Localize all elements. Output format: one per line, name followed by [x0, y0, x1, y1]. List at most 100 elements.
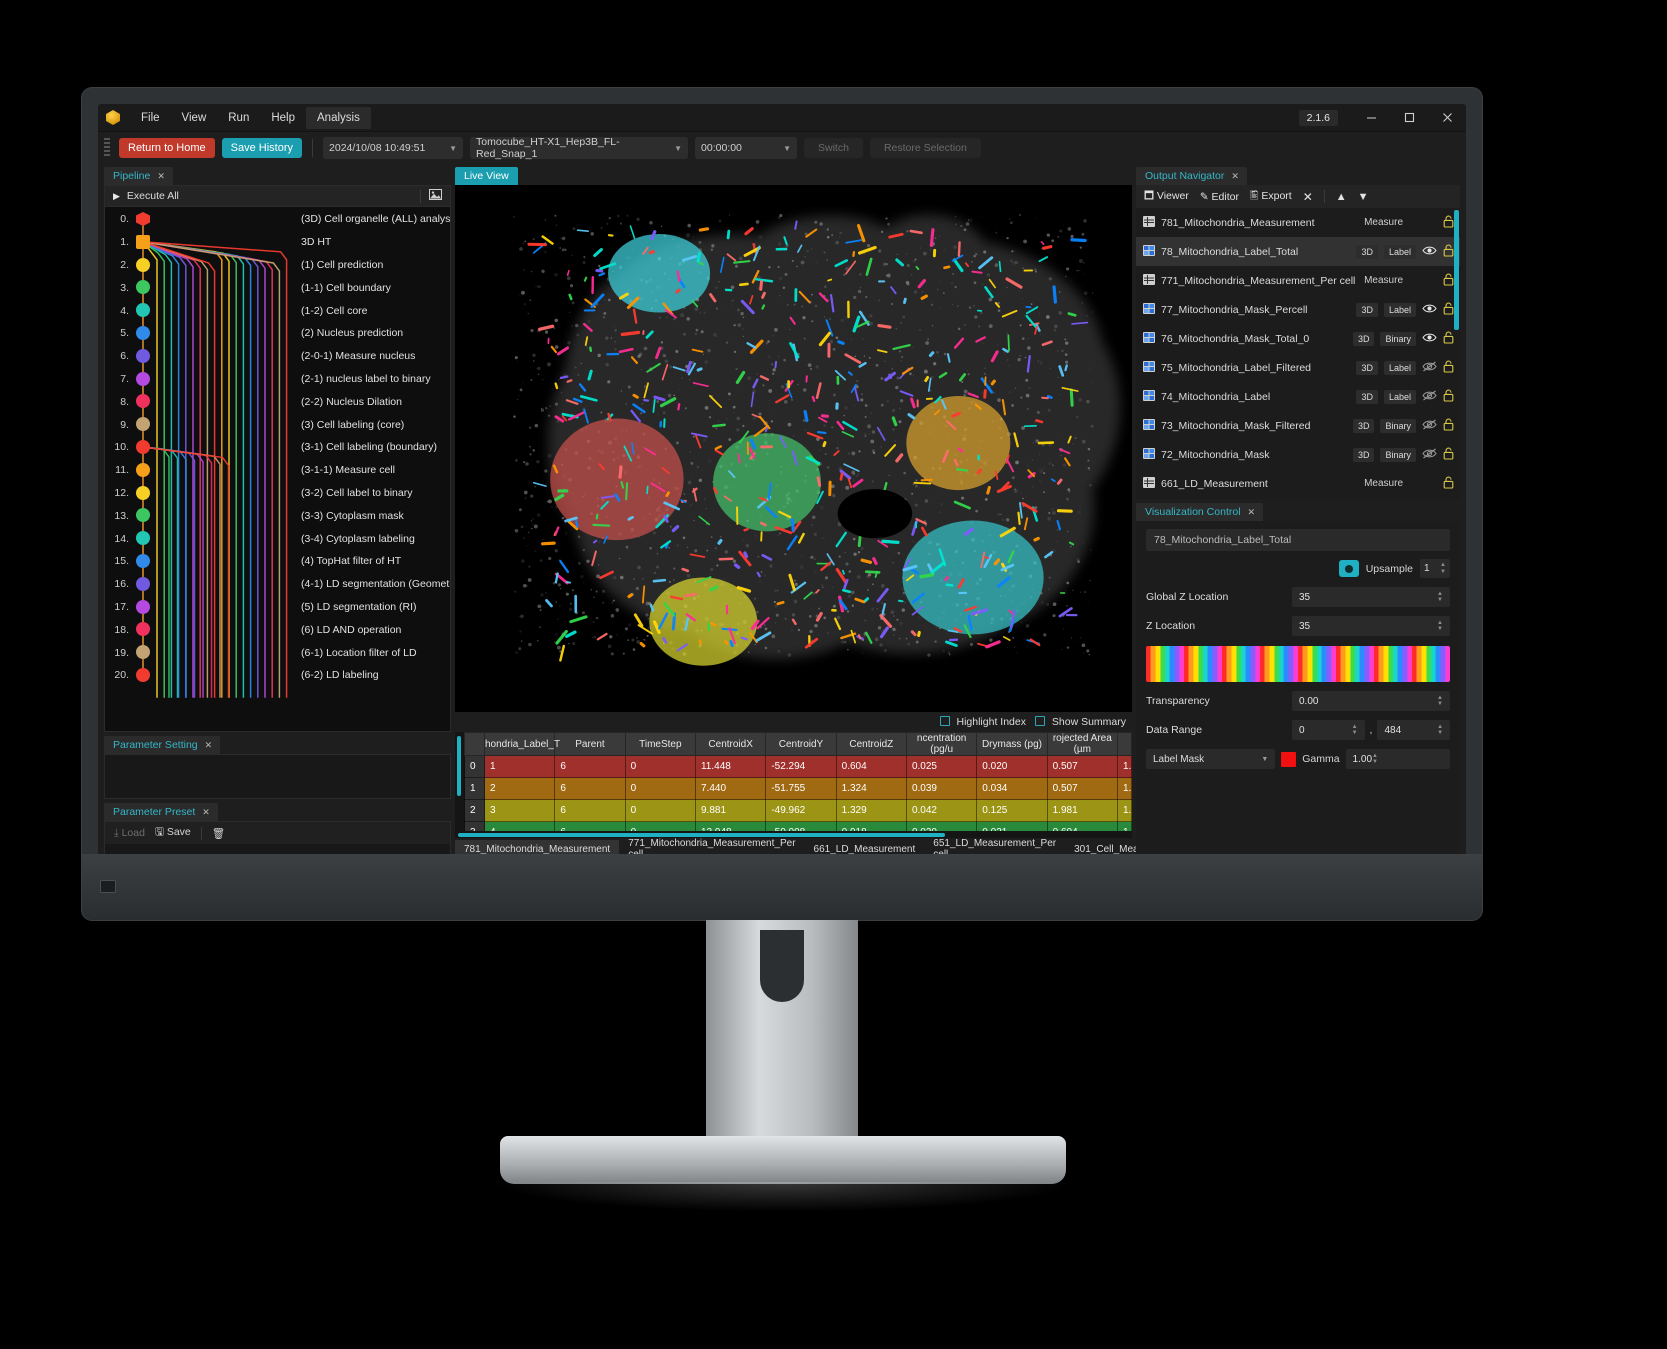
pipeline-step[interactable]: 0. (3D) Cell organelle (ALL) analysis	[105, 208, 450, 231]
stepper-arrows[interactable]: ▲ ▼	[1437, 591, 1443, 603]
table-column-header[interactable]: rojected Area (µm	[1046, 732, 1119, 756]
table-cell[interactable]: 0.034	[976, 777, 1048, 800]
pipeline-step-node[interactable]	[136, 303, 150, 318]
menu-bar[interactable]: File View Run Help Analysis	[130, 106, 371, 129]
table-cell[interactable]: 0.604	[835, 755, 907, 778]
data-range-max-input[interactable]: 484 ▲ ▼	[1377, 720, 1451, 740]
table-cell[interactable]: 0	[624, 799, 696, 822]
tab-output-navigator[interactable]: Output Navigator ✕	[1136, 167, 1247, 185]
pipeline-step-node[interactable]	[136, 668, 150, 682]
restore-selection-button[interactable]: Restore Selection	[869, 138, 981, 158]
pipeline-step-node[interactable]	[136, 576, 150, 591]
menu-item-view[interactable]: View	[171, 107, 218, 129]
table-cell[interactable]: 0.042	[905, 799, 978, 822]
tab-pipeline[interactable]: Pipeline ✕	[104, 167, 173, 185]
colormap-dropdown[interactable]: Label Mask ▼	[1146, 749, 1276, 769]
pipeline-step[interactable]: 18. (6) LD AND operation	[105, 618, 450, 641]
table-cell[interactable]: 0	[624, 821, 696, 831]
stepper-arrows[interactable]: ▲ ▼	[1352, 724, 1358, 736]
pipeline-step-node[interactable]	[136, 440, 150, 454]
eye-hidden-icon[interactable]	[1422, 448, 1437, 462]
triangle-down-icon[interactable]: ▼	[1358, 191, 1369, 203]
table-column-header[interactable]: Parent	[554, 732, 626, 756]
transparency-input[interactable]: 0.00 ▲ ▼	[1292, 691, 1450, 711]
table-cell[interactable]: 1	[483, 755, 556, 778]
table-cell[interactable]: 0	[624, 755, 696, 778]
table-cell[interactable]: 0.025	[905, 755, 978, 778]
table-cell[interactable]: 6	[554, 777, 626, 800]
table-cell[interactable]: 1.324	[835, 777, 907, 800]
table-cell[interactable]: 6	[554, 755, 626, 778]
output-navigator-row[interactable]: 72_Mitochondria_Mask 3D Binary	[1136, 440, 1460, 469]
lock-icon[interactable]	[1443, 389, 1454, 405]
table-cell[interactable]: 1.	[1117, 755, 1132, 778]
table-cell[interactable]: 1.	[1117, 821, 1132, 831]
eye-hidden-icon[interactable]	[1422, 361, 1437, 375]
lock-icon[interactable]	[1443, 302, 1454, 318]
eye-visible-icon[interactable]	[1422, 332, 1437, 346]
table-column-header[interactable]: CentroidX	[694, 732, 767, 756]
output-navigator-row[interactable]: 771_Mitochondria_Measurement_Per cell Mea…	[1136, 266, 1460, 295]
output-navigator-row[interactable]: 73_Mitochondria_Mask_Filtered 3D Binary	[1136, 411, 1460, 440]
pipeline-step[interactable]: 6. (2-0-1) Measure nucleus	[105, 345, 450, 368]
close-icon[interactable]: ✕	[202, 807, 210, 818]
table-cell[interactable]: 9.881	[694, 799, 767, 822]
tab-live-view[interactable]: Live View	[455, 167, 518, 185]
table-cell[interactable]: -52.294	[765, 755, 837, 778]
table-row[interactable]: 346012.948-50.0080.9180.0300.0210.6041.	[464, 821, 1132, 831]
table-cell[interactable]: 3	[483, 799, 556, 822]
pipeline-step-node[interactable]	[136, 371, 150, 386]
table-cell[interactable]: 1.	[1117, 799, 1132, 822]
output-navigator-row[interactable]: 74_Mitochondria_Label 3D Label	[1136, 382, 1460, 411]
table-column-header[interactable]: TimeStep	[624, 732, 696, 756]
lock-icon[interactable]	[1443, 418, 1454, 434]
save-history-button[interactable]: Save History	[221, 138, 303, 158]
pipeline-step-node[interactable]	[136, 348, 150, 363]
table-cell[interactable]: 0.039	[905, 777, 978, 800]
minimize-icon[interactable]	[1352, 104, 1390, 132]
lock-icon[interactable]	[1443, 331, 1454, 347]
z-location-input[interactable]: 35 ▲ ▼	[1292, 616, 1450, 636]
live-view-canvas[interactable]	[455, 185, 1132, 712]
pipeline-step-node[interactable]	[136, 326, 150, 340]
pipeline-step-node[interactable]	[136, 554, 150, 568]
scrollbar-thumb[interactable]	[458, 832, 946, 837]
pipeline-step-node[interactable]	[136, 280, 150, 295]
output-navigator-row[interactable]: 76_Mitochondria_Mask_Total_0 3D Binary	[1136, 324, 1460, 353]
selected-output-field[interactable]: 78_Mitochondria_Label_Total	[1146, 529, 1450, 551]
eye-visible-icon[interactable]	[1422, 303, 1437, 317]
datetime-dropdown[interactable]: 2024/10/08 10:49:51 ▼	[323, 137, 464, 159]
pipeline-step[interactable]: 16. (4-1) LD segmentation (Geometry)	[105, 573, 450, 596]
stepper-arrows[interactable]: ▲ ▼	[1437, 695, 1443, 707]
pipeline-step-node[interactable]	[136, 212, 150, 226]
table-cell[interactable]: 6	[554, 821, 626, 831]
eye-visible-icon[interactable]	[1422, 245, 1437, 259]
pipeline-step[interactable]: 7. (2-1) nucleus label to binary	[105, 368, 450, 391]
table-cell[interactable]: 0	[624, 777, 696, 800]
load-preset-button[interactable]: ⤓ Load	[114, 827, 145, 840]
toolbar-grip[interactable]	[104, 138, 110, 158]
close-icon[interactable]: ✕	[205, 740, 213, 751]
switch-button[interactable]: Switch	[804, 138, 863, 158]
triangle-up-icon[interactable]: ▲	[1336, 191, 1347, 203]
lock-icon[interactable]	[1443, 215, 1454, 231]
gamma-input[interactable]: 1.00 ▲ ▼	[1345, 749, 1450, 769]
pipeline-step[interactable]: 10. (3-1) Cell labeling (boundary)	[105, 436, 450, 459]
pipeline-step[interactable]: 11. (3-1-1) Measure cell	[105, 459, 450, 482]
pipeline-step-node[interactable]	[136, 531, 150, 546]
pipeline-step[interactable]: 3. (1-1) Cell boundary	[105, 276, 450, 299]
table-cell[interactable]: 2	[483, 777, 556, 800]
upsample-stepper[interactable]: 1 ▲ ▼	[1420, 559, 1450, 578]
table-cell[interactable]: 0.030	[905, 821, 978, 831]
output-navigator-list[interactable]: 781_Mitochondria_Measurement Measure 78_Mi…	[1136, 208, 1460, 499]
lock-icon[interactable]	[1443, 273, 1454, 289]
pipeline-step-node[interactable]	[136, 622, 150, 637]
stepper-arrows[interactable]: ▲ ▼	[1372, 753, 1378, 765]
table-column-header[interactable]: Drymass (pg)	[976, 732, 1048, 756]
pipeline-step[interactable]: 9. (3) Cell labeling (core)	[105, 413, 450, 436]
maximize-icon[interactable]	[1390, 104, 1428, 132]
measurement-table[interactable]: hondria_Label_T Parent TimeStep CentroidX Ce…	[464, 732, 1132, 831]
export-button[interactable]: 🖺 Export	[1250, 188, 1292, 206]
table-column-header[interactable]	[1117, 732, 1132, 756]
output-navigator-row[interactable]: 78_Mitochondria_Label_Total 3D Label	[1136, 237, 1460, 266]
